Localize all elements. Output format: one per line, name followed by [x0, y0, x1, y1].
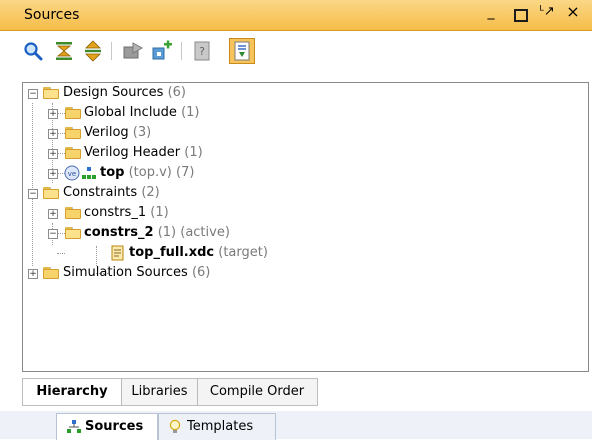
- minimize-icon: _: [487, 4, 495, 20]
- folder-icon: [65, 107, 81, 119]
- folder-icon: [65, 207, 81, 219]
- node-label: Verilog: [84, 125, 129, 140]
- node-status: (active): [180, 225, 230, 240]
- maximize-button[interactable]: [512, 4, 530, 24]
- node-label: constrs_1: [84, 205, 147, 220]
- node-label: Verilog Header: [84, 145, 181, 160]
- undock-button[interactable]: ᴸ↗: [538, 4, 556, 24]
- sources-panel: Sources _ ᴸ↗ × ? − Design Sources (6) + …: [0, 0, 592, 440]
- tab-compile-order[interactable]: Compile Order: [198, 379, 316, 405]
- svg-text:ve: ve: [68, 170, 76, 178]
- collapse-toggle-icon[interactable]: −: [28, 189, 38, 199]
- expand-all-icon[interactable]: [82, 40, 104, 62]
- folder-open-icon: [65, 227, 81, 239]
- expand-toggle-icon[interactable]: +: [28, 269, 38, 279]
- node-label: Constraints: [63, 185, 138, 200]
- top-module-icon: [82, 167, 96, 179]
- toolbar-separator: [111, 42, 112, 60]
- tab-sources[interactable]: Sources: [56, 413, 158, 440]
- node-count: (2): [141, 185, 160, 200]
- folder-open-icon: [43, 187, 59, 199]
- tab-templates[interactable]: Templates: [158, 413, 276, 440]
- toolbar-separator: [181, 42, 182, 60]
- node-status: (target): [218, 245, 268, 260]
- collapse-toggle-icon[interactable]: −: [28, 89, 38, 99]
- undock-icon: ᴸ↗: [539, 4, 555, 19]
- maximize-icon: [514, 9, 528, 22]
- node-label: constrs_2: [84, 225, 154, 240]
- tree-node-constraints[interactable]: − Constraints (2): [23, 183, 583, 203]
- expand-toggle-icon[interactable]: +: [48, 149, 58, 159]
- tree-node-simulation-sources[interactable]: + Simulation Sources (6): [23, 263, 583, 283]
- node-label: Design Sources: [63, 85, 164, 100]
- node-count: (6): [191, 265, 211, 280]
- node-count: (1): [150, 205, 169, 220]
- tree-node-constrs-1[interactable]: + constrs_1 (1): [23, 203, 583, 223]
- folder-icon: [65, 147, 81, 159]
- node-label: Global Include: [84, 105, 177, 120]
- node-count: (3): [132, 125, 152, 140]
- tree-node-top[interactable]: + ve top (top.v) (7): [23, 163, 583, 183]
- tab-hierarchy[interactable]: Hierarchy: [23, 379, 122, 405]
- help-icon[interactable]: ?: [191, 40, 213, 62]
- tree-node-global-include[interactable]: + Global Include (1): [23, 103, 583, 123]
- view-tab-strip: Hierarchy Libraries Compile Order: [22, 378, 318, 406]
- expand-toggle-icon[interactable]: +: [48, 169, 58, 179]
- tab-templates-label: Templates: [187, 419, 254, 434]
- folder-icon: [43, 267, 59, 279]
- tree-node-constrs-2[interactable]: − constrs_2 (1) (active): [23, 223, 583, 243]
- node-count: (6): [167, 85, 187, 100]
- panel-title: Sources: [24, 7, 80, 23]
- expand-toggle-icon[interactable]: +: [48, 209, 58, 219]
- tab-libraries[interactable]: Libraries: [122, 379, 198, 405]
- collapse-toggle-icon[interactable]: −: [48, 229, 58, 239]
- collapse-all-icon[interactable]: [53, 40, 75, 62]
- sources-tree[interactable]: − Design Sources (6) + Global Include (1…: [22, 82, 589, 372]
- open-folder-icon[interactable]: [122, 40, 144, 62]
- node-file: (top.v): [128, 165, 172, 180]
- minimize-button[interactable]: _: [482, 4, 500, 24]
- expand-toggle-icon[interactable]: +: [48, 109, 58, 119]
- close-button[interactable]: ×: [564, 2, 582, 22]
- node-count: (1): [184, 145, 203, 160]
- tab-sources-label: Sources: [85, 419, 144, 434]
- node-label: Simulation Sources: [63, 265, 188, 280]
- sources-icon: [67, 420, 81, 433]
- node-label: top: [100, 165, 125, 180]
- verilog-module-icon: ve: [64, 165, 80, 181]
- node-count: (1): [157, 225, 177, 240]
- panel-tab-strip: Sources Templates: [0, 411, 592, 440]
- title-bar[interactable]: Sources _ ᴸ↗ ×: [0, 0, 592, 31]
- node-count: (1): [181, 105, 200, 120]
- tree-node-verilog-header[interactable]: + Verilog Header (1): [23, 143, 583, 163]
- toolbar: ?: [0, 31, 592, 73]
- folder-open-icon: [43, 87, 59, 99]
- search-icon[interactable]: [22, 40, 44, 62]
- show-hierarchy-icon[interactable]: [229, 38, 255, 64]
- close-icon: ×: [566, 2, 580, 21]
- constraint-file-icon: [111, 245, 124, 261]
- tree-node-verilog[interactable]: + Verilog (3): [23, 123, 583, 143]
- tree-node-top-full-xdc[interactable]: top_full.xdc (target): [23, 243, 583, 263]
- expand-toggle-icon[interactable]: +: [48, 129, 58, 139]
- tree-node-design-sources[interactable]: − Design Sources (6): [23, 83, 583, 103]
- node-count: (7): [176, 165, 195, 180]
- add-sources-icon[interactable]: [151, 40, 173, 62]
- lightbulb-icon: [169, 419, 181, 433]
- svg-text:?: ?: [199, 45, 205, 58]
- node-label: top_full.xdc: [129, 245, 215, 260]
- folder-icon: [65, 127, 81, 139]
